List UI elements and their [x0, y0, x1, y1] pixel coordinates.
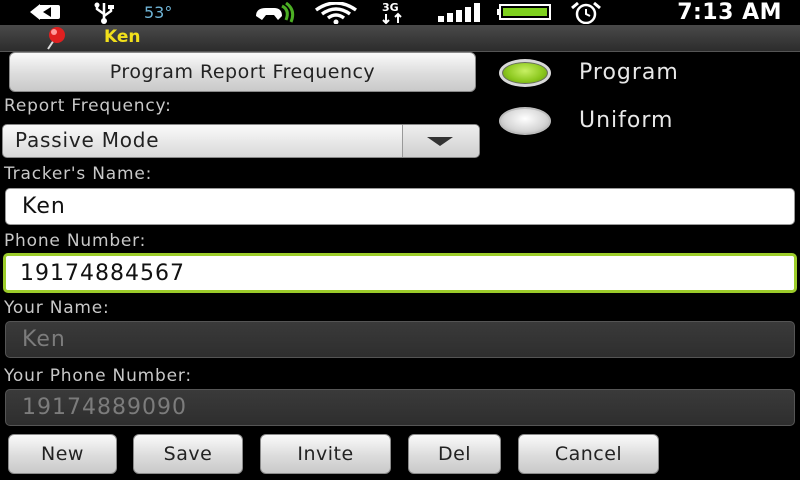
- signal-icon: [438, 2, 488, 22]
- phone-icon: [252, 1, 296, 23]
- status-bar: 53° 3G 7:13 AM: [0, 0, 800, 25]
- map-pin-icon: [40, 26, 74, 54]
- clock-time: 7:13 AM: [677, 0, 782, 25]
- program-radio[interactable]: [499, 59, 551, 87]
- wifi-icon: [312, 1, 360, 25]
- title-bar: Ken: [0, 25, 800, 52]
- phone-number-label: Phone Number:: [4, 231, 147, 251]
- network-3g-icon: 3G: [380, 0, 420, 25]
- save-button[interactable]: Save: [133, 434, 243, 474]
- invite-button[interactable]: Invite: [260, 434, 391, 474]
- uniform-radio-label[interactable]: Uniform: [579, 108, 673, 133]
- trackers-name-label: Tracker's Name:: [4, 164, 153, 184]
- svg-text:3G: 3G: [382, 1, 399, 14]
- phone-number-field[interactable]: 19174884567: [3, 253, 797, 293]
- battery-icon: [497, 4, 553, 24]
- uniform-radio[interactable]: [499, 107, 551, 135]
- chevron-down-icon: [427, 137, 453, 146]
- alarm-icon: [566, 1, 606, 25]
- usb-icon: [92, 2, 116, 24]
- trackers-name-field[interactable]: Ken: [5, 188, 795, 225]
- your-name-label: Your Name:: [4, 298, 110, 318]
- your-phone-number-label: Your Phone Number:: [4, 366, 192, 386]
- temperature-text: 53°: [144, 3, 173, 22]
- program-report-frequency-button[interactable]: Program Report Frequency: [9, 52, 476, 92]
- page-title: Ken: [104, 27, 141, 47]
- program-radio-label[interactable]: Program: [579, 60, 679, 85]
- report-frequency-label: Report Frequency:: [4, 96, 172, 116]
- cancel-button[interactable]: Cancel: [518, 434, 659, 474]
- your-phone-number-field: 19174889090: [5, 389, 795, 426]
- your-name-field: Ken: [5, 321, 795, 358]
- spinner-dropdown-button[interactable]: [402, 125, 479, 157]
- del-button[interactable]: Del: [408, 434, 501, 474]
- back-arrow-icon: [28, 2, 62, 22]
- report-frequency-value: Passive Mode: [15, 128, 160, 152]
- report-frequency-spinner[interactable]: Passive Mode: [2, 124, 480, 158]
- new-button[interactable]: New: [8, 434, 117, 474]
